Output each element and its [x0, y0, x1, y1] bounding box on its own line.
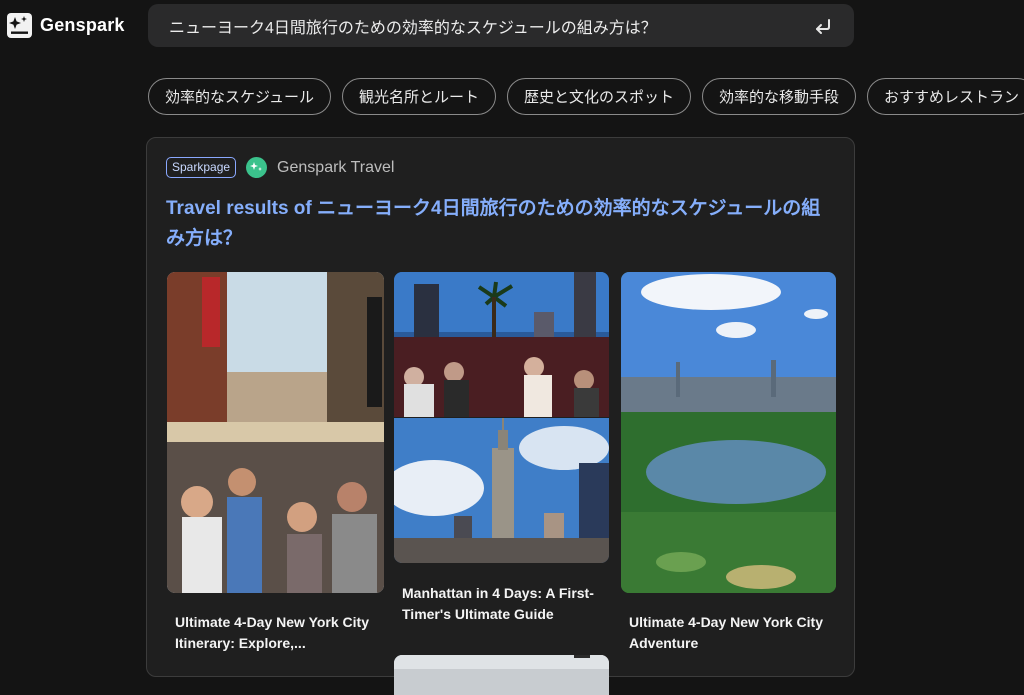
enter-return-icon[interactable] [812, 15, 834, 37]
brand-logo[interactable]: Genspark [7, 13, 125, 38]
result-thumbnail-rooftop[interactable] [394, 272, 609, 417]
result-title[interactable]: Ultimate 4-Day New York City Itinerary: … [175, 612, 375, 654]
suggestion-chips: 効率的なスケジュール 観光名所とルート 歴史と文化のスポット 効率的な移動手段 … [148, 78, 1024, 115]
card-header: Sparkpage Genspark Travel [166, 157, 394, 178]
result-title[interactable]: Ultimate 4-Day New York City Adventure [629, 612, 829, 654]
travel-results-card: Sparkpage Genspark Travel Travel results… [146, 137, 855, 695]
search-query-text[interactable]: ニューヨーク4日間旅行のための効率的なスケジュールの組み方は？ [169, 14, 812, 38]
brand-name: Genspark [40, 15, 125, 35]
result-thumbnail-next[interactable] [394, 655, 609, 695]
search-bar[interactable]: ニューヨーク4日間旅行のための効率的なスケジュールの組み方は？ [148, 4, 854, 47]
suggestion-chip[interactable]: おすすめレストラン [867, 78, 1024, 115]
result-title[interactable]: Manhattan in 4 Days: A First-Timer's Ult… [402, 583, 607, 625]
suggestion-chip[interactable]: 効率的な移動手段 [701, 78, 856, 115]
card-title[interactable]: Travel results of ニューヨーク4日間旅行のための効率的なスケジ… [166, 194, 834, 254]
genspark-travel-icon [246, 157, 268, 178]
sparkpage-badge: Sparkpage [166, 157, 237, 178]
source-name: Genspark Travel [277, 158, 395, 176]
suggestion-chip[interactable]: 観光名所とルート [341, 78, 496, 115]
suggestion-chip[interactable]: 効率的なスケジュール [148, 78, 331, 115]
result-thumbnail-central-park[interactable] [621, 272, 836, 593]
sparkle-logo-icon [7, 13, 32, 38]
result-thumbnail-empire-state[interactable] [394, 418, 609, 563]
result-thumbnail-little-italy[interactable] [167, 272, 384, 593]
suggestion-chip[interactable]: 歴史と文化のスポット [506, 78, 691, 115]
